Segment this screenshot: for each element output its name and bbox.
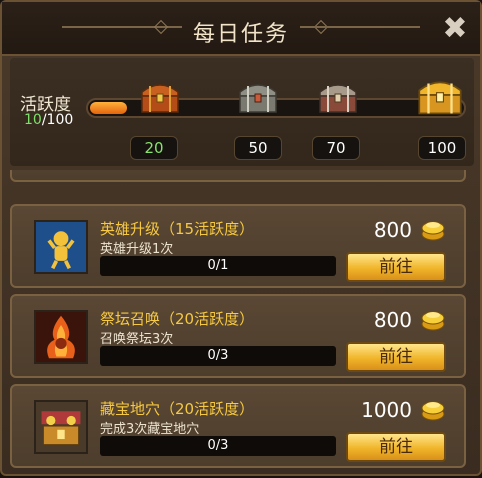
title-decoration-right (300, 26, 420, 28)
page-title: 每日任务 (192, 22, 289, 47)
task-item: 祭坛召唤（20活跃度） 召唤祭坛3次 0/3 800 前往 (10, 294, 466, 378)
activity-current: 10 (24, 112, 42, 128)
task-progress-bar: 0/3 (100, 346, 336, 366)
task-progress-text: 0/3 (207, 348, 229, 363)
milestone-20-label: 20 (130, 136, 178, 160)
reward-amount: 800 (373, 218, 412, 242)
chest-70-icon[interactable] (314, 76, 362, 116)
activity-value: 10/100 (24, 112, 73, 128)
close-button[interactable]: ✖ (440, 14, 470, 44)
activity-progress-fill (90, 102, 128, 114)
milestone-70-label: 70 (312, 136, 360, 160)
task-progress-text: 0/3 (207, 438, 229, 453)
milestone-50-label: 50 (234, 136, 282, 160)
gold-coin-icon (421, 401, 445, 421)
task-name: 藏宝地穴（20活跃度） (100, 400, 255, 418)
title-bar: 每日任务 ✖ (2, 2, 480, 56)
gold-coin-icon (421, 221, 445, 241)
activity-max: /100 (41, 112, 74, 128)
treasure-cave-icon (34, 400, 88, 454)
go-button[interactable]: 前往 (346, 252, 446, 282)
task-progress-bar: 0/1 (100, 256, 336, 276)
altar-summon-icon (34, 310, 88, 364)
hero-upgrade-icon (34, 220, 88, 274)
go-button[interactable]: 前往 (346, 432, 446, 462)
gold-coin-icon (421, 311, 445, 331)
reward-amount: 800 (373, 308, 412, 332)
daily-tasks-panel: 每日任务 ✖ 活跃度 10/100 20 50 70 100 英雄升级（15活跃… (0, 0, 482, 476)
chest-50-icon[interactable] (236, 76, 280, 116)
task-description: 英雄升级1次 (100, 242, 174, 257)
chest-100-icon[interactable] (414, 72, 466, 118)
task-item-partial (10, 170, 466, 182)
task-progress-bar: 0/3 (100, 436, 336, 456)
task-item: 英雄升级（15活跃度） 英雄升级1次 0/1 800 前往 (10, 204, 466, 288)
reward-amount: 1000 (361, 398, 412, 422)
close-icon: ✖ (442, 11, 468, 46)
task-item: 藏宝地穴（20活跃度） 完成3次藏宝地穴 0/3 1000 前往 (10, 384, 466, 468)
task-progress-text: 0/1 (207, 258, 229, 273)
go-button[interactable]: 前往 (346, 342, 446, 372)
milestone-100-label: 100 (418, 136, 466, 160)
task-name: 英雄升级（15活跃度） (100, 220, 255, 238)
task-description: 完成3次藏宝地穴 (100, 422, 200, 437)
task-list[interactable]: 英雄升级（15活跃度） 英雄升级1次 0/1 800 前往 祭坛召唤（20活跃度… (10, 170, 474, 478)
chest-20-icon[interactable] (138, 76, 182, 116)
task-name: 祭坛召唤（20活跃度） (100, 310, 255, 328)
activity-progress-area: 活跃度 10/100 20 50 70 100 (10, 58, 474, 166)
task-description: 召唤祭坛3次 (100, 332, 174, 347)
